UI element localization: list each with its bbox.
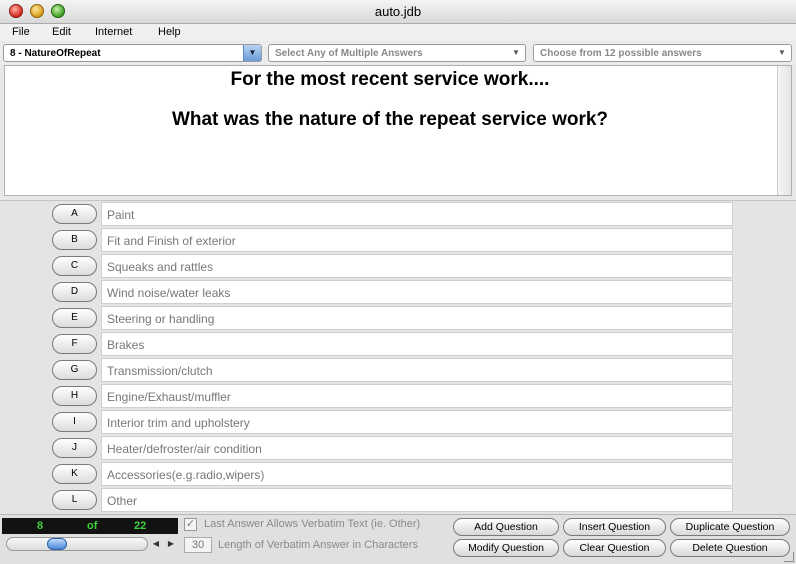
question-select[interactable]: 8 - NatureOfRepeat ▼ (3, 44, 262, 62)
question-text: What was the nature of the repeat servic… (171, 109, 609, 130)
menu-edit[interactable]: Edit (52, 26, 71, 38)
answer-text: Wind noise/water leaks (107, 286, 231, 300)
answer-key-button[interactable]: A (52, 204, 97, 224)
chevron-down-icon: ▼ (512, 48, 520, 57)
answer-text-field[interactable]: Paint (101, 202, 733, 226)
answer-text-field[interactable]: Wind noise/water leaks (101, 280, 733, 304)
menu-internet[interactable]: Internet (95, 26, 132, 38)
verbatim-checkbox[interactable]: ✓ (184, 518, 197, 531)
add-question-button[interactable]: Add Question (453, 518, 559, 536)
answer-row: I Interior trim and upholstery (0, 409, 796, 435)
answer-row: L Other (0, 487, 796, 513)
answer-text-field[interactable]: Fit and Finish of exterior (101, 228, 733, 252)
answer-row: H Engine/Exhaust/muffler (0, 383, 796, 409)
answer-key-button[interactable]: J (52, 438, 97, 458)
chevron-down-icon: ▼ (243, 45, 261, 61)
answer-row: C Squeaks and rattles (0, 253, 796, 279)
menu-bar: File Edit Internet Help (0, 24, 796, 41)
answer-type-select[interactable]: Select Any of Multiple Answers ▼ (268, 44, 526, 62)
answer-type-select-value: Select Any of Multiple Answers (275, 48, 423, 59)
verbatim-checkbox-label: Last Answer Allows Verbatim Text (ie. Ot… (204, 518, 421, 530)
answer-row: K Accessories(e.g.radio,wipers) (0, 461, 796, 487)
question-scrollbar[interactable] (777, 66, 791, 195)
answer-text: Engine/Exhaust/muffler (107, 390, 231, 404)
answer-row: A Paint (0, 201, 796, 227)
next-arrow-icon[interactable]: ▶ (165, 537, 177, 551)
answer-key-button[interactable]: G (52, 360, 97, 380)
answer-row: B Fit and Finish of exterior (0, 227, 796, 253)
answer-text: Heater/defroster/air condition (107, 442, 262, 456)
counter-current: 8 (37, 520, 44, 532)
answer-text-field[interactable]: Heater/defroster/air condition (101, 436, 733, 460)
answer-key-button[interactable]: F (52, 334, 97, 354)
question-select-value: 8 - NatureOfRepeat (10, 48, 101, 59)
answer-text: Fit and Finish of exterior (107, 234, 236, 248)
clear-question-button[interactable]: Clear Question (563, 539, 666, 557)
answer-text: Steering or handling (107, 312, 215, 326)
answer-text: Brakes (107, 338, 145, 352)
answer-count-select[interactable]: Choose from 12 possible answers ▼ (533, 44, 792, 62)
previous-arrow-icon[interactable]: ◀ (150, 537, 162, 551)
answer-text: Other (107, 494, 138, 508)
answer-text-field[interactable]: Transmission/clutch (101, 358, 733, 382)
title-bar: auto.jdb (0, 0, 796, 24)
slider-thumb[interactable] (47, 538, 67, 550)
answer-text-field[interactable]: Brakes (101, 332, 733, 356)
counter-total: 22 (134, 520, 147, 532)
question-title: For the most recent service work.... (230, 69, 550, 90)
duplicate-question-button[interactable]: Duplicate Question (670, 518, 790, 536)
answer-text: Interior trim and upholstery (107, 416, 250, 430)
answer-key-button[interactable]: B (52, 230, 97, 250)
window-title: auto.jdb (374, 4, 422, 19)
answer-row: F Brakes (0, 331, 796, 357)
verbatim-length-label: Length of Verbatim Answer in Characters (218, 539, 418, 551)
answer-text: Paint (107, 208, 135, 222)
answer-key-button[interactable]: H (52, 386, 97, 406)
answer-key-button[interactable]: C (52, 256, 97, 276)
answer-text-field[interactable]: Squeaks and rattles (101, 254, 733, 278)
answer-row: G Transmission/clutch (0, 357, 796, 383)
question-panel[interactable]: For the most recent service work.... Wha… (4, 65, 792, 196)
verbatim-length-input[interactable]: 30 (184, 537, 212, 553)
answer-row: E Steering or handling (0, 305, 796, 331)
question-counter: 8 of 22 (2, 518, 178, 534)
answer-key-button[interactable]: L (52, 490, 97, 510)
answer-text: Transmission/clutch (107, 364, 213, 378)
answer-key-button[interactable]: I (52, 412, 97, 432)
answer-text-field[interactable]: Interior trim and upholstery (101, 410, 733, 434)
answer-text-field[interactable]: Other (101, 488, 733, 512)
selector-row: 8 - NatureOfRepeat ▼ Select Any of Multi… (0, 42, 796, 64)
answer-text: Squeaks and rattles (107, 260, 214, 274)
resize-grip-icon[interactable] (784, 552, 794, 562)
answer-count-select-value: Choose from 12 possible answers (540, 48, 702, 59)
answer-row: D Wind noise/water leaks (0, 279, 796, 305)
answer-row: J Heater/defroster/air condition (0, 435, 796, 461)
insert-question-button[interactable]: Insert Question (563, 518, 666, 536)
answer-text-field[interactable]: Engine/Exhaust/muffler (101, 384, 733, 408)
answer-text-field[interactable]: Steering or handling (101, 306, 733, 330)
answers-list: A Paint B Fit and Finish of exterior C S… (0, 200, 796, 514)
question-slider[interactable] (6, 537, 148, 551)
answer-text: Accessories(e.g.radio,wipers) (107, 468, 265, 482)
answer-key-button[interactable]: K (52, 464, 97, 484)
answer-key-button[interactable]: E (52, 308, 97, 328)
counter-of: of (87, 520, 98, 532)
answer-key-button[interactable]: D (52, 282, 97, 302)
answer-text-field[interactable]: Accessories(e.g.radio,wipers) (101, 462, 733, 486)
menu-file[interactable]: File (12, 26, 30, 38)
menu-help[interactable]: Help (158, 26, 181, 38)
chevron-down-icon: ▼ (778, 48, 786, 57)
modify-question-button[interactable]: Modify Question (453, 539, 559, 557)
delete-question-button[interactable]: Delete Question (670, 539, 790, 557)
